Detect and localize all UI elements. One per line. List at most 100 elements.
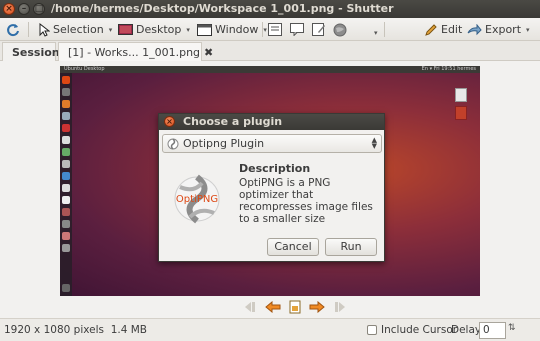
- tooltip-capture-button[interactable]: [290, 21, 304, 38]
- description-heading: Description: [239, 162, 311, 175]
- refresh-icon: [7, 23, 19, 36]
- arrow-right-icon: [309, 301, 325, 313]
- tab-screenshot-label: [1] - Works... 1_001.png: [68, 45, 201, 59]
- globe-icon: [333, 23, 347, 36]
- launcher-icon: [62, 160, 70, 168]
- tooltip-icon: [290, 23, 304, 36]
- launcher-icon: [62, 232, 70, 240]
- cancel-button[interactable]: Cancel: [267, 238, 319, 256]
- spin-arrows-icon[interactable]: ⇅: [508, 323, 516, 333]
- image-info: 1920 x 1080 pixels 1.4 MB: [4, 324, 147, 336]
- preview-launcher: [60, 73, 72, 296]
- plugin-select[interactable]: Optipng Plugin ▲ ▼: [162, 134, 382, 153]
- optipng-icon: [167, 137, 179, 150]
- launcher-icon: [62, 136, 70, 144]
- run-button[interactable]: Run: [325, 238, 377, 256]
- refresh-button[interactable]: [6, 21, 20, 38]
- edit-button[interactable]: Edit: [424, 21, 462, 38]
- include-cursor-checkbox[interactable]: [367, 325, 377, 335]
- chevron-down-icon[interactable]: ▾: [374, 24, 378, 41]
- tab-screenshot[interactable]: [1] - Works... 1_001.png ✖: [58, 42, 213, 61]
- export-label: Export: [485, 23, 522, 36]
- chevron-down-icon: ▾: [263, 25, 267, 34]
- window-maximize-button[interactable]: □: [33, 3, 45, 15]
- launcher-icon: [62, 148, 70, 156]
- edit-capture-button[interactable]: [312, 21, 326, 38]
- window-titlebar: × – □ /home/hermes/Desktop/Workspace 1_0…: [0, 0, 540, 18]
- tab-close-icon[interactable]: ✖: [204, 46, 213, 59]
- desktop-file-icon: [455, 88, 467, 102]
- previous-button[interactable]: [264, 298, 282, 316]
- tab-session-label: Session: [12, 45, 60, 59]
- dialog-title: Choose a plugin: [183, 115, 283, 128]
- window-label: Window: [215, 23, 259, 36]
- window-title: /home/hermes/Desktop/Workspace 1_001.png…: [51, 2, 394, 15]
- launcher-icon: [62, 196, 70, 204]
- launcher-icon: [62, 112, 70, 120]
- export-button[interactable]: Export ▾: [467, 21, 530, 38]
- image-file-size: 1.4 MB: [110, 324, 147, 336]
- trash-icon: [62, 284, 70, 292]
- last-icon: [335, 302, 345, 312]
- image-dimensions: 1920 x 1080 pixels: [4, 324, 104, 336]
- next-button[interactable]: [308, 298, 326, 316]
- web-capture-button[interactable]: [333, 21, 347, 38]
- preview-topbar-right: En ▾ Fri 19:51 hermes: [421, 66, 476, 72]
- launcher-icon: [62, 76, 70, 84]
- chevron-down-icon: ▾: [526, 25, 530, 34]
- preview-topbar-left: Ubuntu Desktop: [64, 66, 105, 72]
- tab-bar: Session [1] - Works... 1_001.png ✖: [0, 41, 540, 61]
- chevron-down-icon: ▾: [186, 25, 190, 34]
- launcher-icon: [62, 124, 70, 132]
- last-button[interactable]: [330, 298, 348, 316]
- minimize-icon: –: [21, 4, 27, 14]
- navigation-bar: [0, 296, 540, 318]
- tab-session[interactable]: Session: [2, 42, 60, 61]
- main-toolbar: Selection ▾ Desktop ▾ Window ▾ ▾ Edit Ex…: [0, 18, 540, 41]
- launcher-icon: [62, 220, 70, 228]
- maximize-icon: □: [34, 4, 44, 14]
- dialog-titlebar: × Choose a plugin: [159, 114, 384, 130]
- desktop-icon: [118, 23, 133, 35]
- window-minimize-button[interactable]: –: [18, 3, 30, 15]
- description-text: OptiPNG is a PNG optimizer that recompre…: [239, 177, 373, 225]
- launcher-icon: [62, 244, 70, 252]
- menu-capture-button[interactable]: [268, 21, 282, 38]
- first-button[interactable]: [242, 298, 260, 316]
- launcher-icon: [62, 100, 70, 108]
- choose-plugin-dialog: × Choose a plugin Optipng Plugin ▲ ▼ Opti…: [158, 113, 385, 262]
- dialog-close-button[interactable]: ×: [164, 116, 175, 127]
- desktop-label: Desktop: [136, 23, 182, 36]
- close-icon: ×: [5, 4, 13, 14]
- desktop-file-icon: [455, 106, 467, 120]
- document-icon: [289, 300, 301, 314]
- menu-icon: [268, 23, 282, 36]
- export-icon: [467, 23, 482, 35]
- window-close-button[interactable]: ×: [3, 3, 15, 15]
- logo-text: OptiPNG: [176, 194, 218, 205]
- window-capture-button[interactable]: Window ▾: [197, 21, 267, 38]
- desktop-button[interactable]: Desktop ▾: [118, 21, 190, 38]
- launcher-icon: [62, 172, 70, 180]
- open-button[interactable]: [286, 298, 304, 316]
- first-icon: [245, 302, 255, 312]
- edit-icon: [425, 23, 437, 36]
- launcher-icon: [62, 88, 70, 96]
- chevron-down-icon: ▾: [108, 25, 113, 34]
- pencil-icon: [312, 23, 325, 36]
- selection-button[interactable]: Selection ▾: [38, 21, 112, 38]
- edit-label: Edit: [441, 23, 463, 36]
- delay-spinbox[interactable]: 0: [479, 322, 506, 339]
- launcher-icon: [62, 184, 70, 192]
- preview-top-panel: Ubuntu Desktop En ▾ Fri 19:51 hermes: [60, 66, 480, 73]
- arrow-left-icon: [265, 301, 281, 313]
- window-icon: [197, 23, 212, 36]
- select-arrows-icon: ▲ ▼: [371, 136, 377, 150]
- include-cursor-label: Include Cursor: [381, 324, 458, 336]
- launcher-icon: [62, 208, 70, 216]
- selection-label: Selection: [53, 23, 104, 36]
- status-bar: 1920 x 1080 pixels 1.4 MB Include Cursor…: [0, 318, 540, 341]
- plugin-select-value: Optipng Plugin: [183, 137, 265, 150]
- optipng-logo: OptiPNG: [172, 169, 222, 239]
- cursor-arrow-icon: [39, 22, 50, 37]
